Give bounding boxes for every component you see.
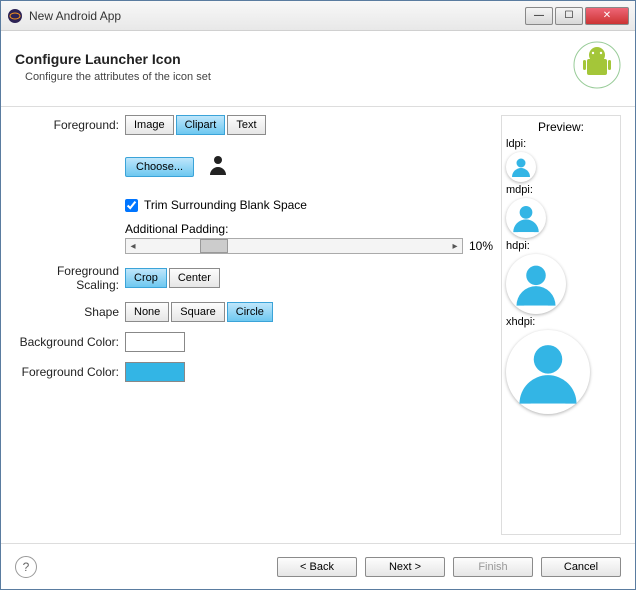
form-panel: Foreground: Image Clipart Text Choose...	[15, 115, 493, 535]
preview-panel: Preview: ldpi: mdpi: hdpi: xhdpi:	[501, 115, 621, 535]
preview-ldpi-label: ldpi:	[506, 138, 616, 150]
foreground-label: Foreground:	[15, 118, 125, 132]
preview-xhdpi-label: xhdpi:	[506, 316, 616, 328]
scaling-label: Foreground Scaling:	[15, 264, 125, 292]
header-title: Configure Launcher Icon	[15, 51, 211, 67]
foreground-image-toggle[interactable]: Image	[125, 115, 174, 135]
preview-xhdpi-icon	[506, 330, 590, 414]
close-button[interactable]: ✕	[585, 7, 629, 25]
shape-square-toggle[interactable]: Square	[171, 302, 224, 322]
padding-value: 10%	[469, 239, 493, 253]
shape-circle-toggle[interactable]: Circle	[227, 302, 273, 322]
fgcolor-swatch[interactable]	[125, 362, 185, 382]
slider-right-arrow[interactable]: ▸	[448, 241, 462, 252]
preview-ldpi-icon	[506, 152, 536, 182]
preview-hdpi-icon	[506, 254, 566, 314]
preview-hdpi-label: hdpi:	[506, 240, 616, 252]
android-icon	[573, 41, 621, 92]
fgcolor-label: Foreground Color:	[15, 365, 125, 379]
content-area: Foreground: Image Clipart Text Choose...	[1, 107, 635, 543]
shape-none-toggle[interactable]: None	[125, 302, 169, 322]
clipart-preview-icon	[206, 153, 230, 180]
slider-left-arrow[interactable]: ◂	[126, 241, 140, 252]
window-buttons: — ☐ ✕	[525, 7, 629, 25]
wizard-footer: ? < Back Next > Finish Cancel	[1, 543, 635, 589]
header-text: Configure Launcher Icon Configure the at…	[15, 51, 211, 83]
bgcolor-label: Background Color:	[15, 335, 125, 349]
cancel-button[interactable]: Cancel	[541, 557, 621, 577]
bgcolor-swatch[interactable]	[125, 332, 185, 352]
trim-label: Trim Surrounding Blank Space	[144, 198, 307, 212]
dialog-window: New Android App — ☐ ✕ Configure Launcher…	[0, 0, 636, 590]
preview-title: Preview:	[506, 120, 616, 134]
titlebar: New Android App — ☐ ✕	[1, 1, 635, 31]
finish-button: Finish	[453, 557, 533, 577]
choose-button[interactable]: Choose...	[125, 157, 194, 177]
next-button[interactable]: Next >	[365, 557, 445, 577]
wizard-header: Configure Launcher Icon Configure the at…	[1, 31, 635, 107]
header-subtitle: Configure the attributes of the icon set	[25, 71, 211, 83]
foreground-text-toggle[interactable]: Text	[227, 115, 265, 135]
preview-mdpi-label: mdpi:	[506, 184, 616, 196]
window-title: New Android App	[29, 9, 525, 23]
preview-mdpi-icon	[506, 198, 546, 238]
slider-thumb[interactable]	[200, 239, 228, 253]
scaling-center-toggle[interactable]: Center	[169, 268, 220, 288]
minimize-button[interactable]: —	[525, 7, 553, 25]
shape-label: Shape	[15, 305, 125, 319]
eclipse-icon	[7, 8, 23, 24]
maximize-button[interactable]: ☐	[555, 7, 583, 25]
back-button[interactable]: < Back	[277, 557, 357, 577]
help-icon[interactable]: ?	[15, 556, 37, 578]
trim-checkbox[interactable]	[125, 199, 138, 212]
scaling-crop-toggle[interactable]: Crop	[125, 268, 167, 288]
foreground-clipart-toggle[interactable]: Clipart	[176, 115, 226, 135]
padding-slider[interactable]: ◂ ▸	[125, 238, 463, 254]
padding-label: Additional Padding:	[125, 222, 228, 236]
